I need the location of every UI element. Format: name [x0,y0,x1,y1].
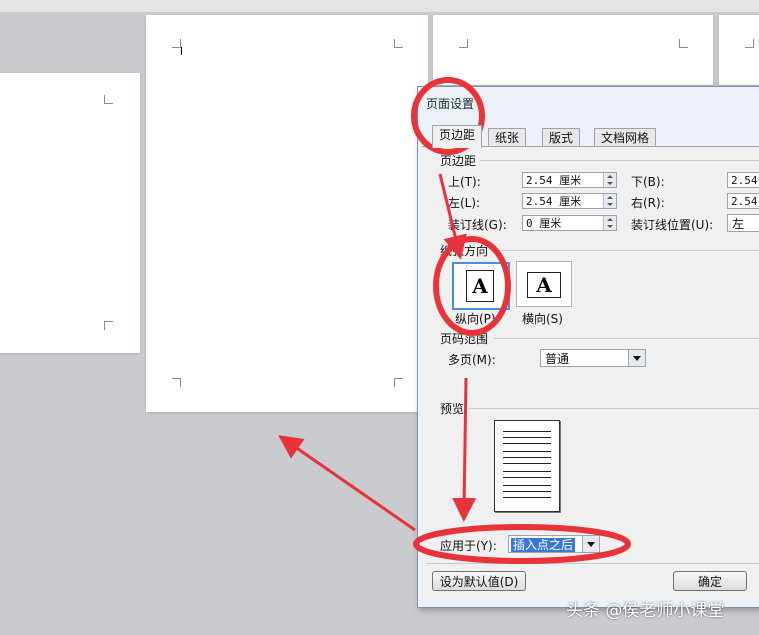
annotation-circle-portrait [433,236,511,336]
annotation-overlay [278,77,631,564]
annotation-arrow [438,173,467,260]
annotation-arrow [278,435,416,532]
annotation-circle-apply [413,524,631,564]
tab-margins[interactable]: 页边距 [432,125,483,148]
watermark: 头条 @侯老师小课堂 [566,601,725,621]
annotation-arrow [452,377,477,522]
